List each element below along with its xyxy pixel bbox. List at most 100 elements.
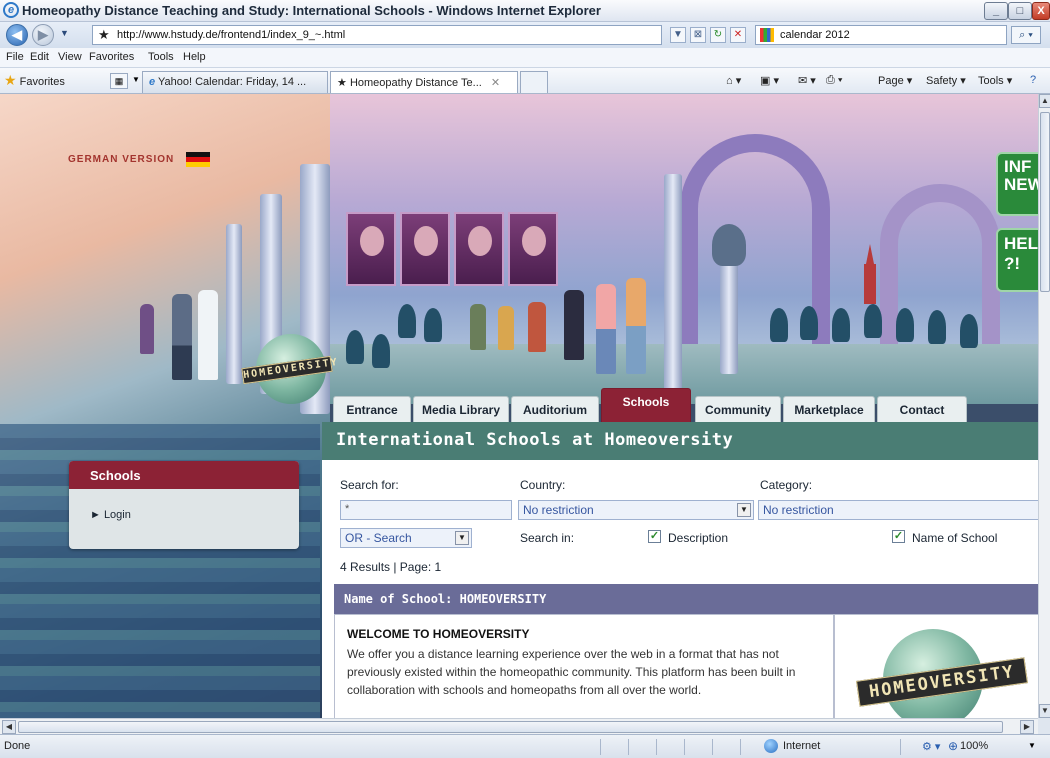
page-title: International Schools at Homeoversity [336,430,734,450]
status-divider [684,739,685,755]
search-for-label: Search for: [340,478,399,492]
nav-media-library[interactable]: Media Library [413,396,509,422]
browser-tab-yahoo[interactable]: e Yahoo! Calendar: Friday, 14 ... [142,71,328,93]
horizontal-scroll-thumb[interactable] [18,721,1003,733]
vertical-scroll-thumb[interactable] [1040,112,1050,292]
search-text: calendar 2012 [780,29,850,41]
scroll-right-icon[interactable]: ▶ [1020,720,1034,734]
zoom-dropdown-icon[interactable]: ▼ [1028,741,1036,750]
home-icon[interactable]: ⌂ ▾ [726,74,741,87]
stop-icon[interactable]: ✕ [730,27,746,43]
url-dropdown-icon[interactable]: ▼ [670,27,686,43]
minimize-button[interactable]: _ [984,2,1008,20]
address-bar: ◀ ▶ ▼ ★ http://www.hstudy.de/frontend1/i… [0,22,1050,48]
result-logo: HOMEOVERSITY [834,614,1040,718]
sidebar-item-login[interactable]: ► Login [90,509,131,521]
chevron-down-icon[interactable]: ▼ [737,503,751,517]
status-divider [628,739,629,755]
german-flag-icon[interactable] [186,152,210,167]
page-menu[interactable]: Page ▾ [878,74,912,87]
search-mode-select[interactable]: OR - Search ▼ [340,528,472,548]
nav-auditorium[interactable]: Auditorium [511,396,599,422]
refresh-icon[interactable]: ↻ [710,27,726,43]
chair [372,334,390,368]
protected-mode-icon[interactable]: ⚙ ▾ [922,740,940,753]
person-figure [198,290,218,380]
german-version-link[interactable]: GERMAN VERSION [68,154,174,165]
scroll-left-icon[interactable]: ◀ [2,720,16,734]
url-field[interactable]: ★ http://www.hstudy.de/frontend1/index_9… [92,25,662,45]
scroll-up-icon[interactable]: ▲ [1039,94,1050,108]
forward-button[interactable]: ▶ [32,24,54,46]
name-of-school-option-label: Name of School [912,531,998,545]
tab-label: Yahoo! Calendar: Friday, 14 ... [157,76,307,88]
browser-tab-homeopathy[interactable]: ★ Homeopathy Distance Te... ✕ [330,71,518,93]
search-in-label: Search in: [520,531,575,545]
menu-tools[interactable]: Tools [148,51,174,63]
description-checkbox[interactable]: ✓ [648,530,661,543]
search-button[interactable]: ⌕ ▾ [1011,26,1041,44]
quick-tabs-icon[interactable]: ▦ [110,73,128,89]
sidebar-title: Schools [69,461,299,489]
feeds-icon[interactable]: ▣ ▾ [760,74,779,87]
zoom-icon[interactable]: ⊕ [948,739,958,753]
portrait [454,212,504,286]
favorites-button[interactable]: ★ Favorites [4,72,65,89]
chair [864,304,882,338]
tab-list-dropdown-icon[interactable]: ▼ [132,75,140,84]
vertical-scrollbar[interactable]: ▲ ▼ [1038,94,1050,718]
menu-help[interactable]: Help [183,51,206,63]
result-header[interactable]: Name of School: HOMEOVERSITY [334,584,1040,614]
chair [928,310,946,344]
menu-favorites[interactable]: Favorites [89,51,134,63]
ie-logo-icon: e [3,2,19,18]
maximize-button[interactable]: □ [1008,2,1032,20]
nav-schools[interactable]: Schools [601,388,691,422]
status-divider [740,739,741,755]
recent-pages-dropdown-icon[interactable]: ▼ [60,28,69,38]
window-title: Homeopathy Distance Teaching and Study: … [22,3,601,18]
main-navigation: Entrance Media Library Auditorium School… [333,388,1033,422]
compatibility-view-icon[interactable]: ⊠ [690,27,706,43]
nav-community[interactable]: Community [695,396,781,422]
nav-entrance[interactable]: Entrance [333,396,411,422]
scroll-down-icon[interactable]: ▼ [1039,704,1050,718]
tools-menu[interactable]: Tools ▾ [978,74,1012,87]
category-select[interactable]: No restriction [758,500,1040,520]
search-input[interactable]: * [340,500,512,520]
tab-label: Homeopathy Distance Te... [349,77,482,89]
search-field[interactable]: calendar 2012 [755,25,1007,45]
status-bar: Done Internet ⚙ ▾ ⊕ 100% ▼ [0,734,1050,758]
chevron-down-icon[interactable]: ▼ [455,531,469,545]
ie-page-icon: e [149,76,156,88]
help-icon[interactable]: ? [1030,74,1036,86]
status-divider [712,739,713,755]
nav-contact[interactable]: Contact [877,396,967,422]
new-tab-button[interactable] [520,71,548,93]
favorite-star-icon[interactable]: ★ [98,27,110,43]
zoom-level[interactable]: 100% [960,740,988,752]
portrait [508,212,558,286]
menu-file[interactable]: File [6,51,24,63]
country-select[interactable]: No restriction ▼ [518,500,754,520]
column [664,174,682,394]
window-title-bar: e Homeopathy Distance Teaching and Study… [0,0,1050,22]
nav-marketplace[interactable]: Marketplace [783,396,875,422]
status-divider [600,739,601,755]
person-figure [470,304,486,350]
safety-menu[interactable]: Safety ▾ [926,74,966,87]
name-of-school-checkbox[interactable]: ✓ [892,530,905,543]
menu-bar: File Edit View Favorites Tools Help [0,48,1050,68]
close-button[interactable]: X [1032,2,1050,20]
tab-close-icon[interactable]: ✕ [491,77,500,89]
mail-icon[interactable]: ✉ ▾ [798,74,816,87]
horizontal-scrollbar[interactable]: ◀ ▶ [0,718,1038,734]
back-button[interactable]: ◀ [6,24,28,46]
menu-edit[interactable]: Edit [30,51,49,63]
print-icon[interactable]: ⎙ ▾ [826,74,842,87]
results-info: 4 Results | Page: 1 [340,560,442,574]
tower-spire [866,244,874,264]
bust-statue [712,224,746,266]
menu-view[interactable]: View [58,51,82,63]
tab-star-icon: ★ [337,77,347,89]
